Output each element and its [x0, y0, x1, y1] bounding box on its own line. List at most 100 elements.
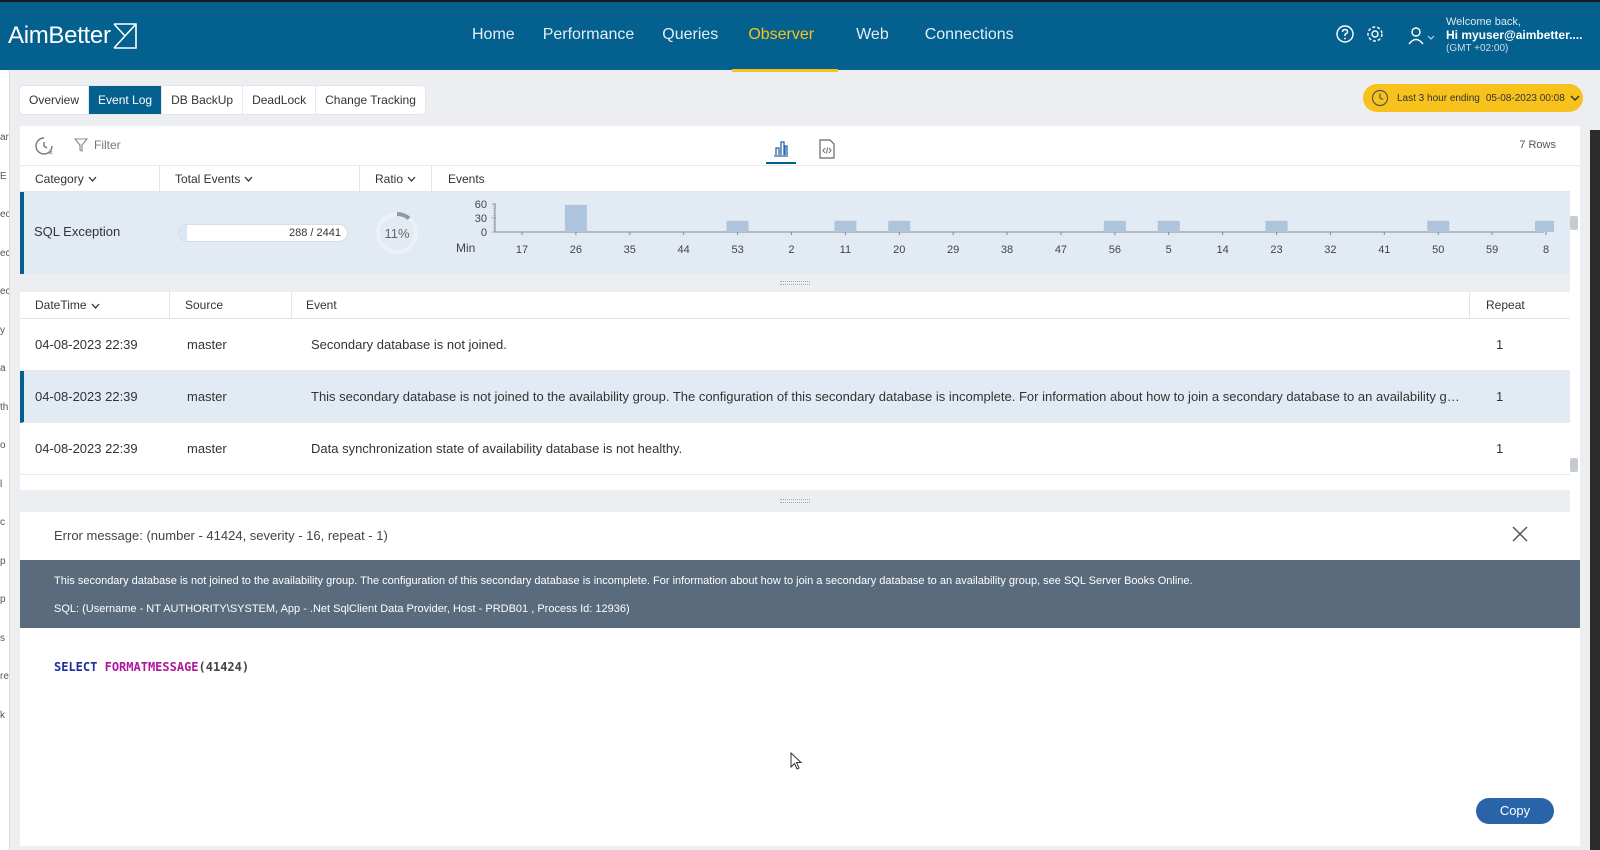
- tab-overview[interactable]: Overview: [20, 86, 90, 114]
- x-tick-label: 59: [1486, 244, 1498, 256]
- copy-button[interactable]: Copy: [1476, 798, 1554, 824]
- x-tick-label: 2: [788, 244, 794, 256]
- x-axis-label: Min: [456, 241, 475, 255]
- col-events-header: Events: [448, 172, 485, 186]
- row-datetime: 04-08-2023 22:39: [35, 441, 138, 456]
- x-tick-label: 29: [947, 244, 959, 256]
- row-source: master: [187, 441, 227, 456]
- top-navbar: AimBetter Home Performance Queries Obser…: [0, 0, 1600, 72]
- history-refresh-icon[interactable]: [32, 134, 56, 158]
- table-row[interactable]: 04-08-2023 22:39 master Secondary databa…: [20, 319, 1570, 371]
- chart-bar: [1535, 220, 1554, 232]
- chart-bar: [888, 220, 911, 232]
- sidebar-item-fragment[interactable]: p: [0, 556, 6, 567]
- chart-bar: [1265, 220, 1288, 232]
- col-ratio-header[interactable]: Ratio: [375, 166, 416, 192]
- chevron-down-icon: [244, 176, 253, 182]
- x-tick-label: 35: [624, 244, 636, 256]
- sidebar-item-fragment[interactable]: y: [0, 325, 5, 336]
- chart-bar: [564, 204, 587, 232]
- table-row-selected[interactable]: 04-08-2023 22:39 master This secondary d…: [20, 371, 1570, 423]
- nav-queries[interactable]: Queries: [648, 2, 732, 70]
- sidebar-item-fragment[interactable]: ec: [0, 286, 9, 297]
- sidebar-item-fragment[interactable]: ar: [0, 132, 9, 143]
- sidebar-item-fragment[interactable]: ec: [0, 248, 9, 259]
- tab-event-log[interactable]: Event Log: [89, 86, 163, 114]
- error-message-box: This secondary database is not joined to…: [20, 560, 1580, 628]
- sidebar-item-fragment[interactable]: th: [0, 402, 8, 413]
- help-icon[interactable]: [1335, 24, 1355, 44]
- horizontal-splitter[interactable]: [20, 274, 1570, 292]
- tab-deadlock[interactable]: DeadLock: [243, 86, 317, 114]
- col-total-events-header[interactable]: Total Events: [175, 166, 253, 192]
- sidebar-item-fragment[interactable]: re: [0, 671, 9, 682]
- sidebar-item-fragment[interactable]: s: [0, 633, 5, 644]
- filter-control[interactable]: Filter: [74, 138, 121, 152]
- settings-gear-icon[interactable]: [1365, 24, 1385, 44]
- summary-row-sql-exception[interactable]: SQL Exception 288 / 2441 11% 60 30 0 Min 17 2…: [20, 192, 1570, 274]
- chart-view-toggle[interactable]: [766, 134, 796, 164]
- chart-bar: [1427, 220, 1450, 232]
- chevron-down-icon: [88, 176, 97, 182]
- nav-performance[interactable]: Performance: [529, 2, 649, 70]
- sidebar-item-fragment[interactable]: ec: [0, 209, 9, 220]
- nav-observer[interactable]: Observer: [732, 2, 838, 72]
- sql-code: SELECT FORMATMESSAGE(41424): [54, 660, 249, 674]
- col-repeat-header[interactable]: Repeat: [1486, 292, 1525, 319]
- sidebar-item-fragment[interactable]: o: [0, 440, 6, 451]
- user-info[interactable]: Welcome back, Hi myuser@aimbetter.... (G…: [1446, 16, 1582, 55]
- left-sidebar-collapsed[interactable]: ar Eec ec ec y a th o l c p p s re k: [0, 70, 10, 850]
- row-count: 7 Rows: [1519, 139, 1556, 151]
- col-category-header[interactable]: Category: [35, 166, 97, 192]
- code-view-toggle[interactable]: [812, 134, 842, 164]
- observer-tabs: Overview Event Log DB BackUp DeadLock Ch…: [20, 86, 425, 114]
- x-tick-label: 8: [1543, 244, 1549, 256]
- summary-scrollbar-thumb[interactable]: [1570, 216, 1578, 230]
- user-name: Hi myuser@aimbetter....: [1446, 28, 1583, 42]
- main-nav: Home Performance Queries Observer Web Co…: [458, 2, 1028, 72]
- mouse-cursor-icon: [790, 752, 803, 770]
- sidebar-item-fragment[interactable]: a: [0, 363, 6, 374]
- close-icon[interactable]: [1510, 524, 1530, 544]
- nav-home[interactable]: Home: [458, 2, 529, 70]
- horizontal-splitter[interactable]: [20, 490, 1570, 512]
- x-tick-label: 38: [1001, 244, 1013, 256]
- sidebar-item-fragment[interactable]: l: [0, 479, 2, 490]
- row-repeat: 1: [1496, 389, 1504, 404]
- chart-bar: [1157, 220, 1180, 232]
- nav-web[interactable]: Web: [838, 2, 911, 70]
- chevron-down-icon: [407, 176, 416, 182]
- table-row[interactable]: 04-08-2023 22:39 master Data synchroniza…: [20, 423, 1570, 475]
- sidebar-item-fragment[interactable]: E: [0, 171, 7, 182]
- grid-scrollbar-thumb[interactable]: [1570, 458, 1578, 472]
- x-tick-label: 26: [570, 244, 582, 256]
- chevron-down-icon: [91, 303, 100, 309]
- user-avatar-icon[interactable]: [1408, 26, 1436, 46]
- x-tick-label: 14: [1217, 244, 1229, 256]
- aimbetter-logo[interactable]: AimBetter: [8, 22, 138, 50]
- progress-fill: [179, 225, 187, 241]
- col-datetime-header[interactable]: DateTime: [35, 292, 100, 319]
- sidebar-item-fragment[interactable]: k: [0, 710, 5, 721]
- nav-connections[interactable]: Connections: [911, 2, 1028, 70]
- events-bar-chart: 60 30 0 Min 17 26 35 44 53 2 11 20 29 38 47 56 5 14 23 32 41…: [456, 199, 1554, 256]
- col-source-header[interactable]: Source: [185, 292, 223, 319]
- x-tick-label: 53: [731, 244, 743, 256]
- x-tick-label: 23: [1270, 244, 1282, 256]
- time-range-selector[interactable]: Last 3 hour ending 05-08-2023 00:08: [1363, 84, 1583, 112]
- panel-toolbar: Filter 7 Rows: [20, 126, 1580, 166]
- sql-info: SQL: (Username - NT AUTHORITY\SYSTEM, Ap…: [54, 603, 630, 615]
- tab-db-backup[interactable]: DB BackUp: [162, 86, 244, 114]
- x-tick-label: 32: [1324, 244, 1336, 256]
- x-tick-label: 50: [1432, 244, 1444, 256]
- x-tick-label: 17: [516, 244, 528, 256]
- col-event-header[interactable]: Event: [306, 292, 337, 319]
- sidebar-item-fragment[interactable]: p: [0, 594, 6, 605]
- row-datetime: 04-08-2023 22:39: [35, 337, 138, 352]
- tab-change-tracking[interactable]: Change Tracking: [316, 86, 425, 114]
- chart-bar: [834, 220, 857, 232]
- sidebar-item-fragment[interactable]: c: [0, 517, 5, 528]
- y-tick-label: 30: [475, 213, 487, 225]
- right-edge-strip: [1590, 130, 1600, 850]
- x-tick-label: 11: [840, 244, 851, 256]
